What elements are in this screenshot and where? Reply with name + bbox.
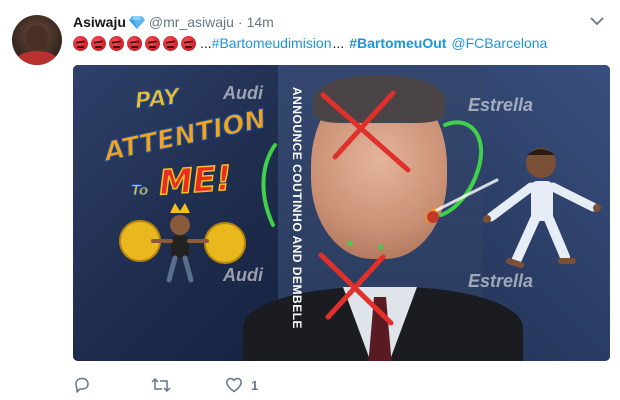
avatar[interactable] bbox=[12, 15, 62, 65]
hashtag-bartomeuout[interactable]: #BartomeuOut bbox=[349, 35, 446, 51]
angry-face-icon bbox=[109, 35, 124, 51]
tweet-actions: 1 bbox=[73, 374, 258, 396]
sticker-text-to: To bbox=[130, 183, 149, 200]
diamond-icon bbox=[128, 15, 145, 29]
angry-face-icon bbox=[181, 35, 196, 51]
emoji-row bbox=[73, 35, 199, 51]
display-name[interactable]: Asiwaju bbox=[73, 14, 126, 30]
user-handle[interactable]: @mr_asiwaju bbox=[149, 14, 234, 30]
image-caption: ANNOUNCE COUTINHO AND DEMBELE bbox=[290, 87, 304, 330]
avatar-shirt bbox=[16, 51, 58, 65]
angry-face-icon bbox=[145, 35, 160, 51]
sticker-text-pay: PAY bbox=[133, 84, 181, 115]
like-count: 1 bbox=[251, 377, 259, 393]
angry-face-icon bbox=[91, 35, 106, 51]
ellipsis: ... bbox=[200, 35, 212, 51]
angry-face-icon bbox=[127, 35, 142, 51]
tweet-timestamp[interactable]: 14m bbox=[247, 14, 274, 30]
avatar-face bbox=[26, 25, 48, 51]
reply-icon bbox=[73, 376, 91, 394]
mention-fcbarcelona[interactable]: @FCBarcelona bbox=[451, 35, 547, 51]
tweet-header: Asiwaju @mr_asiwaju · 14m bbox=[73, 12, 274, 32]
like-button[interactable]: 1 bbox=[225, 376, 258, 394]
hashtag-bartomeudimision[interactable]: #Bartomeudimision bbox=[212, 35, 332, 51]
tweet-image[interactable]: Audi Audi Estrella Estrella PAY ATTENTIO… bbox=[73, 65, 610, 361]
chevron-down-icon[interactable] bbox=[589, 14, 605, 28]
retweet-button[interactable] bbox=[151, 376, 171, 394]
heart-icon bbox=[225, 376, 243, 394]
angry-face-icon bbox=[163, 35, 178, 51]
tweet-card[interactable]: Asiwaju @mr_asiwaju · 14m ... #Bartomeud… bbox=[0, 0, 620, 400]
reply-button[interactable] bbox=[73, 376, 91, 394]
tweet-text: ... #Bartomeudimision ... #BartomeuOut @… bbox=[73, 33, 547, 53]
retweet-icon bbox=[151, 376, 171, 394]
angry-face-icon bbox=[73, 35, 88, 51]
separator-dot: · bbox=[237, 14, 243, 30]
sticker-text-me: ME! bbox=[157, 158, 234, 204]
ellipsis-2: ... bbox=[332, 35, 345, 51]
